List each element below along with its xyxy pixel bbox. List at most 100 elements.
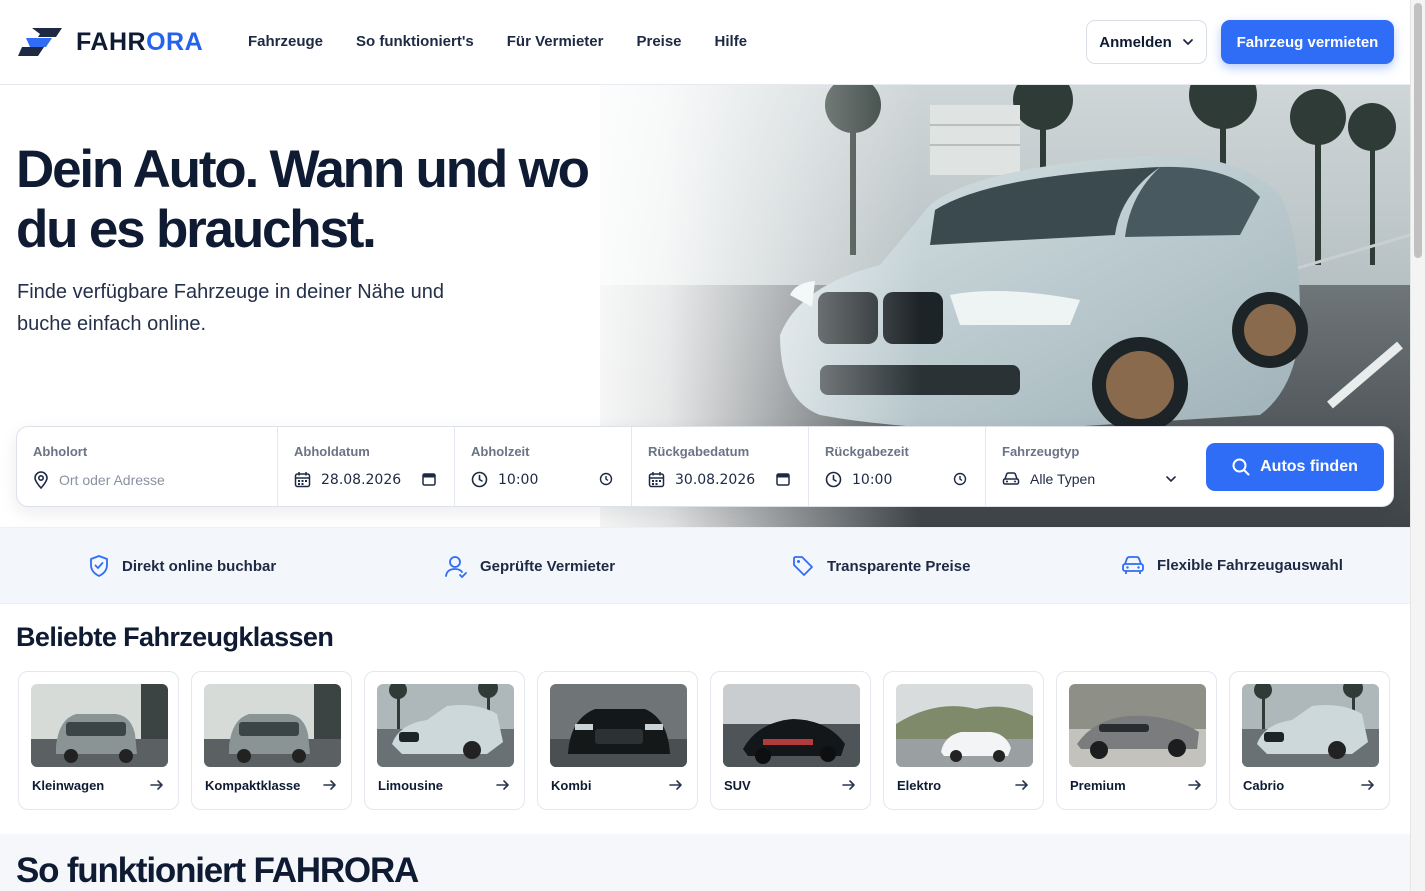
pickup-date-input[interactable]: 28.08.2026 [321,472,401,488]
feature-label: Transparente Preise [827,557,971,575]
feature-label: Flexible Fahrzeugauswahl [1157,556,1343,574]
how-it-works-section: So funktioniert FAHRORA [0,834,1410,891]
pickup-time-label: Abholzeit [471,444,530,459]
calendar-icon [648,472,665,488]
return-date-label: Rückgabedatum [648,444,750,459]
chevron-down-icon [1166,476,1176,483]
vehicle-thumbnail [1242,684,1379,767]
classes-title: Beliebte Fahrzeugklassen [16,622,334,652]
vehicle-class-name: Kleinwagen [32,778,105,793]
site-header: FAHRORA Fahrzeuge So funktioniert's Für … [0,0,1410,85]
vehicle-thumbnail [204,684,341,767]
vehicle-class-name: Elektro [897,778,942,793]
nav-preise[interactable]: Preise [636,33,681,50]
find-cars-button[interactable]: Autos finden [1206,443,1384,491]
time-picker-icon[interactable] [953,472,967,486]
chevron-down-icon [1182,39,1193,45]
vehicle-class-list: Kleinwagen Kompaktklasse Limousine Kombi… [18,671,1390,810]
rent-vehicle-button[interactable]: Fahrzeug vermieten [1221,20,1394,64]
vehicle-class-name: Limousine [378,778,444,793]
logo-text-part1: FAHR [76,27,147,56]
search-icon [1232,458,1250,476]
nav-hilfe[interactable]: Hilfe [715,33,748,50]
vehicle-thumbnail [377,684,514,767]
vehicle-type-select[interactable]: Alle Typen [1030,471,1095,487]
vehicle-thumbnail [31,684,168,767]
find-cars-label: Autos finden [1260,458,1358,475]
hero-subtitle: Finde verfügbare Fahrzeuge in deiner Näh… [17,281,444,335]
login-label: Anmelden [1099,33,1172,51]
feature-item: Geprüfte Vermieter [444,554,615,578]
vehicle-class-card[interactable]: Premium [1056,671,1217,810]
arrow-right-icon [842,780,855,790]
vehicle-class-card[interactable]: Kombi [537,671,698,810]
vehicle-class-card[interactable]: SUV [710,671,871,810]
vehicle-thumbnail [1069,684,1206,767]
return-date-field[interactable]: Rückgabedatum 30.08.2026 [632,427,809,506]
tag-icon [793,556,813,576]
location-pin-icon [34,471,48,489]
pickup-location-field[interactable]: Abholort Ort oder Adresse [17,427,278,506]
date-picker-icon[interactable] [422,472,436,486]
logo-text: FAHRORA [76,28,203,57]
return-time-field[interactable]: Rückgabezeit 10:00 [809,427,986,506]
vehicle-class-card[interactable]: Cabrio [1229,671,1390,810]
vehicle-class-card[interactable]: Kleinwagen [18,671,179,810]
logo-text-part2: ORA [146,27,204,56]
car-icon [1122,556,1144,574]
vehicle-class-name: Kombi [551,778,592,793]
logo-icon [18,28,62,56]
return-time-input[interactable]: 10:00 [852,472,892,488]
vehicle-class-card[interactable]: Elektro [883,671,1044,810]
arrow-right-icon [1015,780,1028,790]
how-it-works-title: So funktioniert FAHRORA [16,851,419,890]
shield-check-icon [90,555,108,577]
pickup-time-input[interactable]: 10:00 [498,472,538,488]
feature-item: Transparente Preise [791,554,970,578]
hero-title: Dein Auto. Wann und wo du es brauchst. [16,140,590,259]
arrow-right-icon [323,780,336,790]
feature-label: Direkt online buchbar [122,557,277,575]
pickup-date-label: Abholdatum [294,444,370,459]
vehicle-class-name: Cabrio [1243,778,1285,793]
time-picker-icon[interactable] [599,472,613,486]
arrow-right-icon [1188,780,1201,790]
brand-logo[interactable]: FAHRORA [18,25,203,59]
arrow-right-icon [669,780,682,790]
nav-fahrzeuge[interactable]: Fahrzeuge [248,33,323,50]
user-icon [445,556,467,578]
nav-so-funktionierts[interactable]: So funktioniert's [356,33,474,50]
calendar-icon [294,472,311,488]
vehicle-class-name: SUV [724,778,751,793]
return-time-label: Rückgabezeit [825,444,909,459]
page-scrollbar[interactable] [1410,0,1425,891]
pickup-location-input[interactable]: Ort oder Adresse [59,472,165,488]
vehicle-class-name: Premium [1070,778,1126,793]
pickup-time-field[interactable]: Abholzeit 10:00 [455,427,632,506]
vehicle-type-field[interactable]: Fahrzeugtyp Alle Typen [986,427,1195,506]
date-picker-icon[interactable] [776,472,790,486]
scrollbar-thumb[interactable] [1414,3,1422,258]
vehicle-class-name: Kompaktklasse [205,778,301,793]
main-nav: Fahrzeuge So funktioniert's Für Vermiete… [248,33,747,50]
vehicle-thumbnail [896,684,1033,767]
car-icon [1002,472,1020,485]
arrow-right-icon [1361,780,1374,790]
pickup-date-field[interactable]: Abholdatum 28.08.2026 [278,427,455,506]
vehicle-class-card[interactable]: Kompaktklasse [191,671,352,810]
feature-label: Geprüfte Vermieter [480,557,616,575]
vehicle-class-card[interactable]: Limousine [364,671,525,810]
vehicle-thumbnail [723,684,860,767]
features-strip: Direkt online buchbar Geprüfte Vermieter… [0,527,1410,604]
arrow-right-icon [150,780,163,790]
search-bar: Abholort Ort oder Adresse Abholdatum 28.… [16,426,1394,507]
arrow-right-icon [496,780,509,790]
vehicle-type-label: Fahrzeugtyp [1002,444,1080,459]
feature-item: Flexible Fahrzeugauswahl [1121,554,1343,576]
clock-icon [825,471,842,488]
vehicle-thumbnail [550,684,687,767]
nav-fuer-vermieter[interactable]: Für Vermieter [507,33,604,50]
feature-item: Direkt online buchbar [88,554,276,578]
return-date-input[interactable]: 30.08.2026 [675,472,755,488]
login-button[interactable]: Anmelden [1086,20,1207,64]
